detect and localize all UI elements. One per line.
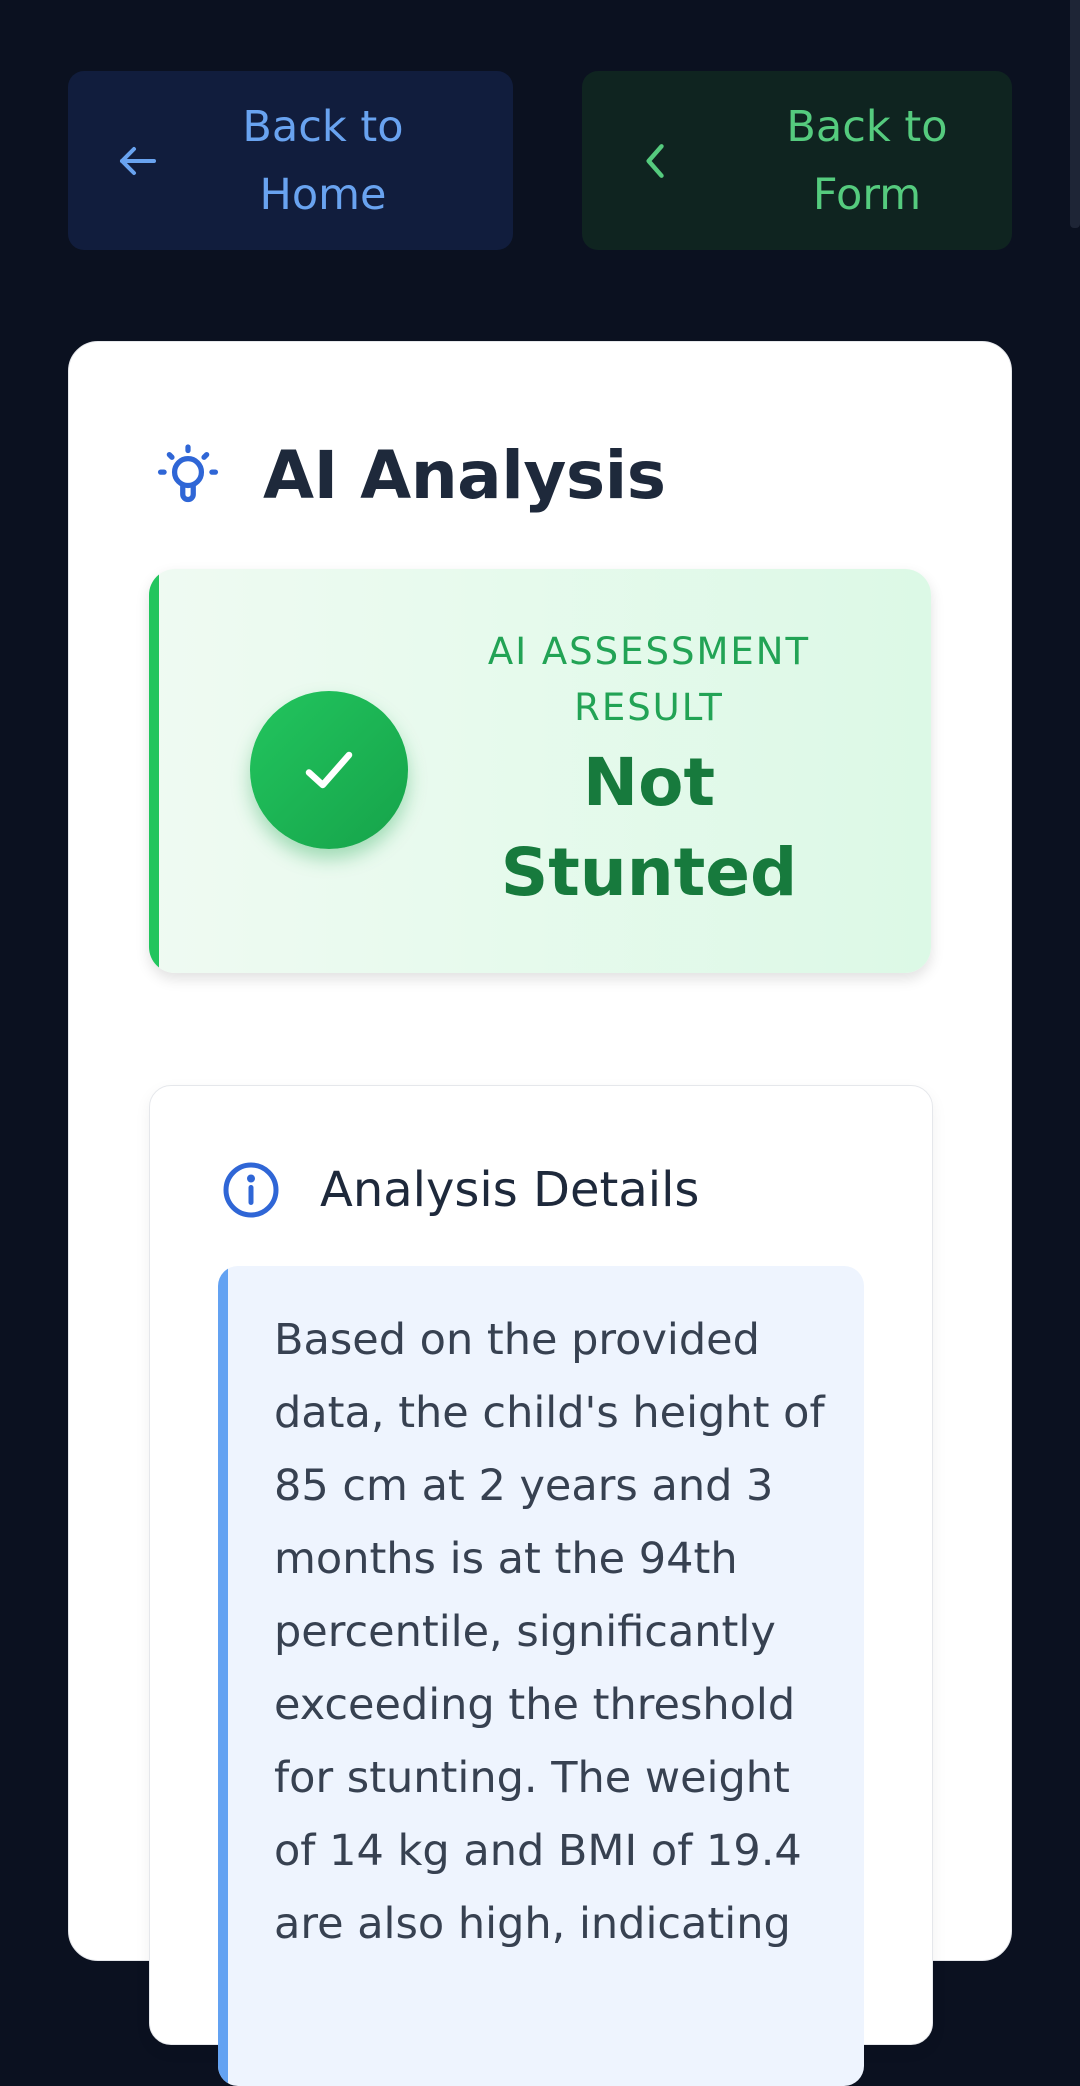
result-label: AI ASSESSMENT RESULT xyxy=(487,630,811,729)
result-status-badge xyxy=(250,691,408,849)
lightbulb-icon xyxy=(157,444,219,503)
details-text: Based on the provided data, the child's … xyxy=(274,1315,825,1949)
arrow-left-icon xyxy=(120,146,156,175)
check-icon xyxy=(305,751,353,789)
result-value: Not Stunted xyxy=(500,744,798,911)
details-header: Analysis Details xyxy=(221,1160,699,1220)
top-navigation: Back to Home Back to Form xyxy=(68,71,1012,250)
back-to-home-button[interactable]: Back to Home xyxy=(68,71,513,250)
details-body: Based on the provided data, the child's … xyxy=(218,1266,864,2086)
assessment-result-panel: AI ASSESSMENT RESULT Not Stunted xyxy=(149,569,931,973)
card-title: AI Analysis xyxy=(263,436,666,514)
back-to-form-label: Back to Form xyxy=(786,101,948,220)
analysis-details-section: Analysis Details Based on the provided d… xyxy=(149,1085,933,2086)
chevron-left-icon xyxy=(646,143,664,178)
result-accent-stripe xyxy=(149,569,159,973)
details-accent-bar xyxy=(218,1266,228,2086)
back-to-home-label: Back to Home xyxy=(242,101,404,220)
ai-analysis-card: AI Analysis AI ASSESSMENT RESULT Not Stu… xyxy=(68,341,1012,2086)
scrollbar-thumb[interactable] xyxy=(1070,0,1080,228)
card-header: AI Analysis xyxy=(153,430,666,520)
info-icon xyxy=(223,1162,279,1218)
result-text-block: AI ASSESSMENT RESULT Not Stunted xyxy=(449,624,849,918)
details-title: Analysis Details xyxy=(320,1162,700,1218)
back-to-form-button[interactable]: Back to Form xyxy=(582,71,1012,250)
